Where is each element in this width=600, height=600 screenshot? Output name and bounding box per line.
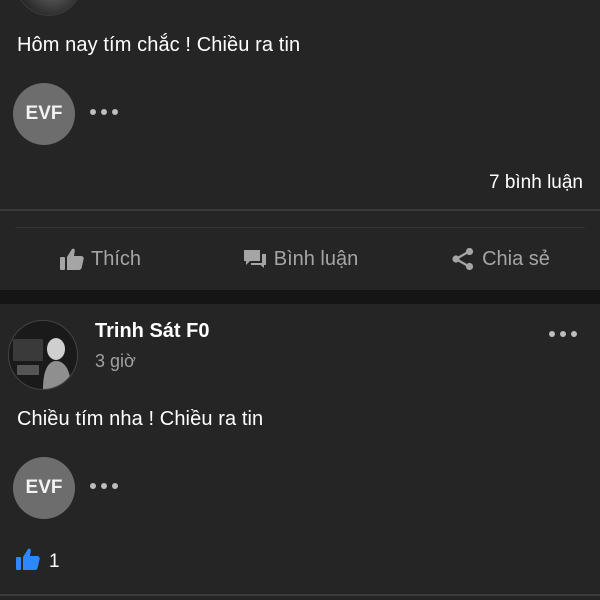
like-count: 1	[49, 550, 60, 572]
post-text: Chiều tím nha ! Chiều ra tin	[17, 408, 264, 430]
share-label: Chia sẻ	[482, 247, 550, 270]
reactions-summary[interactable]: 1	[15, 547, 60, 576]
divider	[0, 209, 600, 211]
post-text: Hôm nay tím chắc ! Chiều ra tin	[17, 34, 301, 56]
author-name[interactable]: Trinh Sát F0	[95, 320, 209, 343]
commenter-avatar[interactable]: EVF	[13, 457, 75, 519]
comment-label: Bình luận	[273, 247, 359, 270]
more-options-icon[interactable]	[90, 109, 118, 115]
thumbs-up-icon	[59, 247, 85, 271]
action-bar: Thích Bình luận Chia sẻ	[0, 228, 600, 290]
like-label: Thích	[90, 247, 142, 270]
more-options-icon[interactable]	[549, 331, 577, 337]
author-avatar[interactable]	[8, 320, 78, 390]
like-reaction-icon	[15, 547, 41, 576]
comment-icon	[242, 247, 268, 271]
commenter-avatar[interactable]: EVF	[13, 83, 75, 145]
share-icon	[450, 247, 476, 271]
previous-author-avatar[interactable]	[14, 0, 84, 16]
post-time[interactable]: 3 giờ	[95, 351, 136, 372]
comments-count[interactable]: 7 bình luận	[489, 172, 583, 194]
share-button[interactable]: Chia sẻ	[400, 247, 600, 271]
divider	[0, 594, 600, 596]
comment-button[interactable]: Bình luận	[200, 247, 400, 271]
more-options-icon[interactable]	[90, 483, 118, 489]
post-separator	[0, 290, 600, 304]
like-button[interactable]: Thích	[0, 247, 200, 271]
